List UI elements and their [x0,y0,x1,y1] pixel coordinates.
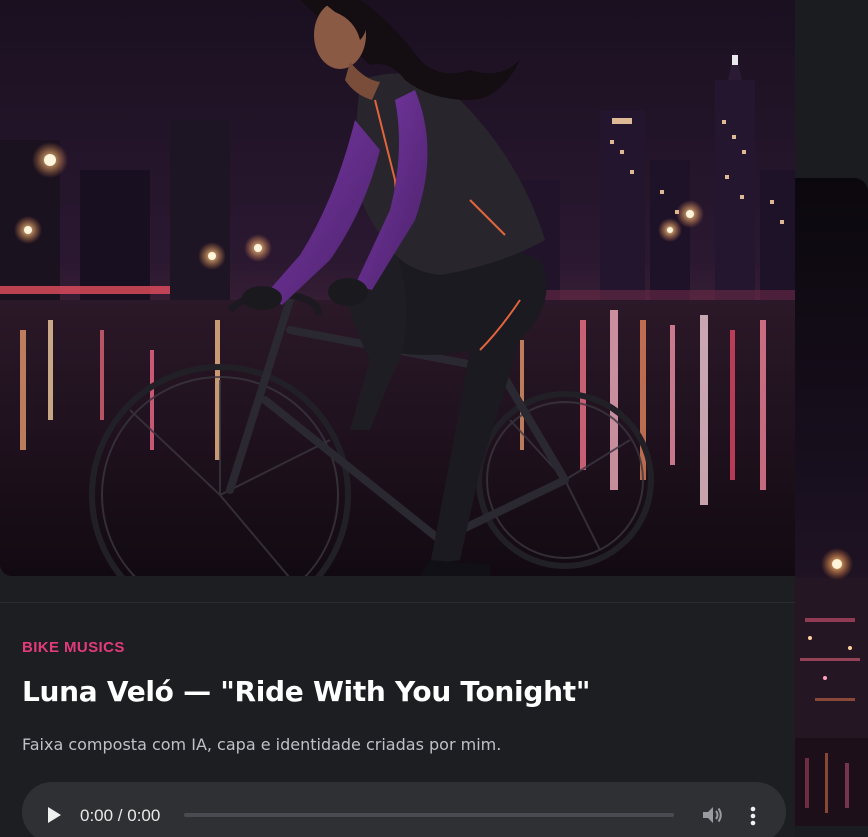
audio-player: 0:00 / 0:00 [22,782,786,837]
category-label[interactable]: BIKE MUSICS [22,639,125,656]
music-card: BIKE MUSICS Luna Veló — "Ride With You T… [0,0,795,837]
track-title: Luna Veló — "Ride With You Tonight" [22,675,591,708]
cover-illustration [0,0,795,576]
seek-bar[interactable] [184,813,674,817]
time-display: 0:00 / 0:00 [80,806,161,825]
next-card-preview[interactable] [795,178,868,837]
cover-image [0,0,795,576]
page: BIKE MUSICS Luna Veló — "Ride With You T… [0,0,868,837]
play-icon[interactable] [46,806,62,824]
track-description: Faixa composta com IA, capa e identidade… [22,735,502,754]
background-area-bottom [795,826,868,837]
more-vertical-icon[interactable] [746,805,760,827]
volume-icon[interactable] [702,806,724,824]
card-body: BIKE MUSICS Luna Veló — "Ride With You T… [0,602,795,837]
next-card-image [795,178,868,837]
background-area [795,0,868,178]
